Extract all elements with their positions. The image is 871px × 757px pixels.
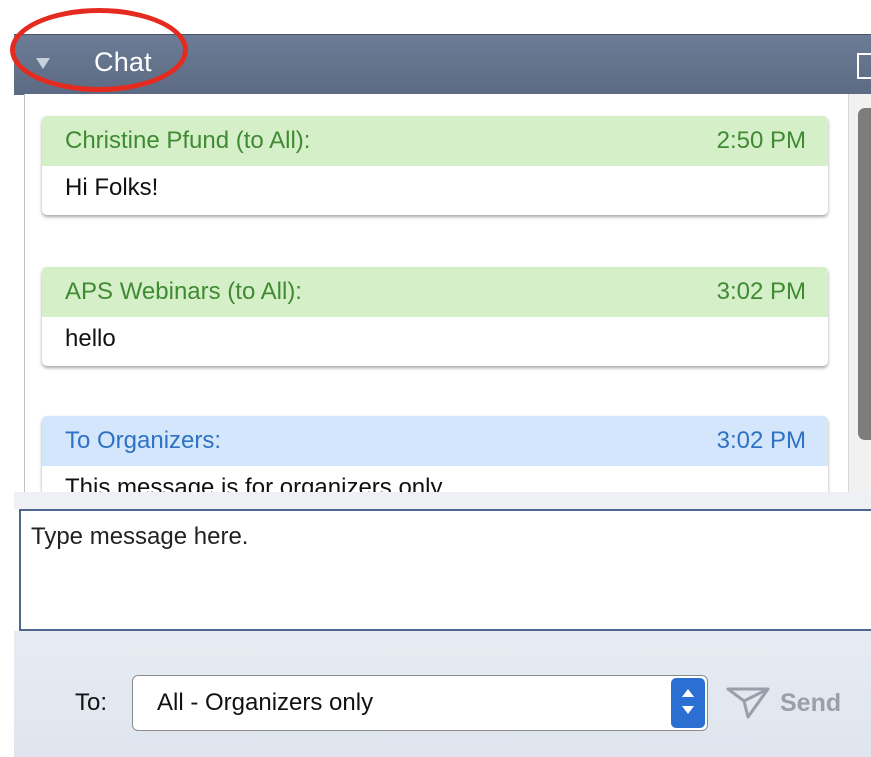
highlight-annotation-circle: [10, 8, 188, 92]
chat-message: To Organizers: 3:02 PM This message is f…: [42, 416, 828, 492]
select-stepper-icon[interactable]: [671, 678, 705, 728]
send-bar: To: All - Organizers only Send: [14, 631, 871, 757]
message-time: 2:50 PM: [716, 127, 806, 154]
message-header: APS Webinars (to All): 3:02 PM: [42, 267, 828, 317]
recipient-prefix: All -: [157, 689, 199, 716]
message-time: 3:02 PM: [716, 427, 806, 454]
recipient-select[interactable]: All - Organizers only: [132, 675, 708, 731]
chat-panel: Chat Christine Pfund (to All): 2:50 PM H…: [0, 0, 871, 757]
recipient-label: To:: [75, 689, 108, 716]
chevron-up-icon: [682, 689, 694, 697]
message-list[interactable]: Christine Pfund (to All): 2:50 PM Hi Fol…: [24, 94, 849, 492]
message-text: This message is for organizers only: [65, 474, 443, 492]
recipient-selected-value: All - Organizers only: [157, 689, 373, 717]
send-button[interactable]: Send: [726, 683, 871, 723]
popout-icon[interactable]: [857, 53, 871, 79]
panel-divider: [14, 492, 871, 509]
send-label: Send: [780, 689, 842, 717]
message-sender: Christine Pfund (to All):: [65, 127, 311, 154]
message-text: Hi Folks!: [65, 174, 159, 201]
chat-message: Christine Pfund (to All): 2:50 PM Hi Fol…: [42, 116, 828, 215]
message-sender: To Organizers:: [65, 427, 222, 454]
recipient-suffix: Organizers only: [205, 689, 374, 716]
chevron-down-icon: [682, 706, 694, 714]
message-header: To Organizers: 3:02 PM: [42, 416, 828, 466]
message-scrollbar[interactable]: [848, 94, 871, 492]
message-time: 3:02 PM: [716, 278, 806, 305]
message-input[interactable]: [31, 523, 861, 619]
message-header: Christine Pfund (to All): 2:50 PM: [42, 116, 828, 166]
message-text: hello: [65, 325, 116, 352]
message-sender: APS Webinars (to All):: [65, 278, 302, 305]
chat-message: APS Webinars (to All): 3:02 PM hello: [42, 267, 828, 366]
paper-plane-icon: [726, 687, 770, 719]
scrollbar-thumb[interactable]: [858, 108, 871, 440]
message-input-box[interactable]: [19, 509, 871, 631]
